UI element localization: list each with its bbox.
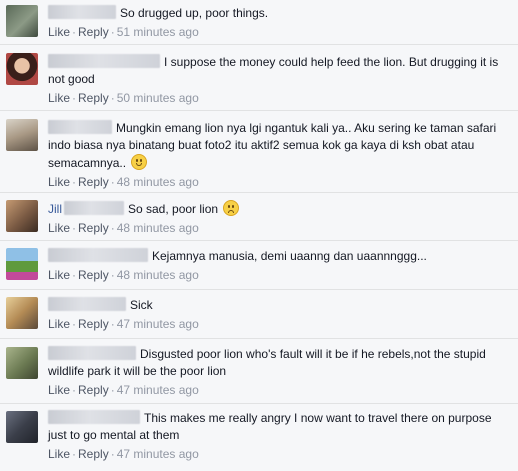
commenter-name-redacted[interactable] [48,120,112,134]
reply-link[interactable]: Reply [78,91,109,105]
comment-item: Sick Like · Reply · 47 minutes ago [0,290,518,339]
commenter-name-redacted[interactable] [48,5,116,19]
comment-text: Mungkin emang lion nya lgi ngantuk kali … [48,121,497,170]
commenter-name-redacted[interactable] [48,346,136,360]
separator: · [110,175,115,189]
comment-timestamp[interactable]: 51 minutes ago [117,25,199,39]
comment-timestamp[interactable]: 47 minutes ago [117,383,199,397]
comment-item: This makes me really angry I now want to… [0,404,518,471]
comment-item: So drugged up, poor things. Like · Reply · 5… [0,0,518,45]
commenter-name-redacted[interactable] [48,54,160,68]
like-link[interactable]: Like [48,25,70,39]
separator: · [72,317,77,331]
comment-actions: Like · Reply · 48 minutes ago [48,220,504,236]
avatar[interactable] [6,297,38,329]
comment-timestamp[interactable]: 48 minutes ago [117,175,199,189]
separator: · [110,25,115,39]
separator: · [110,221,115,235]
like-link[interactable]: Like [48,175,70,189]
separator: · [72,25,77,39]
commenter-name-redacted[interactable] [48,297,126,311]
comment-timestamp[interactable]: 50 minutes ago [117,91,199,105]
smile-emoji-icon [131,154,148,170]
comment-actions: Like · Reply · 50 minutes ago [48,90,504,106]
comment-item: Disgusted poor lion who's fault will it … [0,339,518,404]
separator: · [72,175,77,189]
comment-body: Jill So sad, poor lion Like · Reply · 48 minu… [48,200,504,236]
comment-text: Sick [130,298,153,312]
like-link[interactable]: Like [48,317,70,331]
comment-text: So sad, poor lion [128,202,219,216]
separator: · [110,268,115,282]
separator: · [110,91,115,105]
comment-body: This makes me really angry I now want to… [48,410,504,462]
comment-text: Kejamnya manusia, demi uaanng dan uaannn… [152,249,427,263]
comment-timestamp[interactable]: 48 minutes ago [117,268,199,282]
avatar[interactable] [6,5,38,37]
like-link[interactable]: Like [48,91,70,105]
comment-body: Mungkin emang lion nya lgi ngantuk kali … [48,120,504,190]
commenter-name-redacted[interactable] [48,410,140,424]
avatar[interactable] [6,53,38,85]
avatar[interactable] [6,347,38,379]
separator: · [72,268,77,282]
comment-list: So drugged up, poor things. Like · Reply · 5… [0,0,518,471]
comment-timestamp[interactable]: 48 minutes ago [117,221,199,235]
reply-link[interactable]: Reply [78,317,109,331]
separator: · [110,317,115,331]
separator: · [72,221,77,235]
comment-item: Mungkin emang lion nya lgi ngantuk kali … [0,111,518,193]
sad-emoji-icon [223,200,240,216]
avatar[interactable] [6,200,38,232]
reply-link[interactable]: Reply [78,383,109,397]
separator: · [110,447,115,461]
separator: · [72,91,77,105]
comment-actions: Like · Reply · 47 minutes ago [48,316,504,332]
comment-body: I suppose the money could help feed the … [48,54,504,106]
comment-actions: Like · Reply · 48 minutes ago [48,174,504,190]
comment-timestamp[interactable]: 47 minutes ago [117,447,199,461]
comment-body: Sick Like · Reply · 47 minutes ago [48,297,504,332]
avatar[interactable] [6,248,38,280]
like-link[interactable]: Like [48,383,70,397]
like-link[interactable]: Like [48,447,70,461]
comment-body: Disgusted poor lion who's fault will it … [48,346,504,398]
reply-link[interactable]: Reply [78,221,109,235]
separator: · [72,447,77,461]
comment-timestamp[interactable]: 47 minutes ago [117,317,199,331]
comment-body: Kejamnya manusia, demi uaanng dan uaannn… [48,248,504,283]
commenter-name-fragment[interactable]: Jill [48,202,62,216]
like-link[interactable]: Like [48,221,70,235]
like-link[interactable]: Like [48,268,70,282]
comment-text: So drugged up, poor things. [120,6,269,20]
reply-link[interactable]: Reply [78,268,109,282]
comment-item: Kejamnya manusia, demi uaanng dan uaannn… [0,241,518,290]
comment-item: Jill So sad, poor lion Like · Reply · 48 minu… [0,193,518,241]
commenter-name-redacted[interactable] [48,248,148,262]
comment-actions: Like · Reply · 47 minutes ago [48,382,504,398]
avatar[interactable] [6,411,38,443]
avatar[interactable] [6,119,38,151]
comment-actions: Like · Reply · 51 minutes ago [48,24,504,40]
comment-actions: Like · Reply · 48 minutes ago [48,267,504,283]
comment-body: So drugged up, poor things. Like · Reply · 5… [48,5,504,40]
separator: · [110,383,115,397]
separator: · [72,383,77,397]
reply-link[interactable]: Reply [78,175,109,189]
commenter-name-redacted[interactable] [64,201,124,215]
comment-actions: Like · Reply · 47 minutes ago [48,446,504,462]
reply-link[interactable]: Reply [78,447,109,461]
reply-link[interactable]: Reply [78,25,109,39]
comment-item: I suppose the money could help feed the … [0,45,518,111]
